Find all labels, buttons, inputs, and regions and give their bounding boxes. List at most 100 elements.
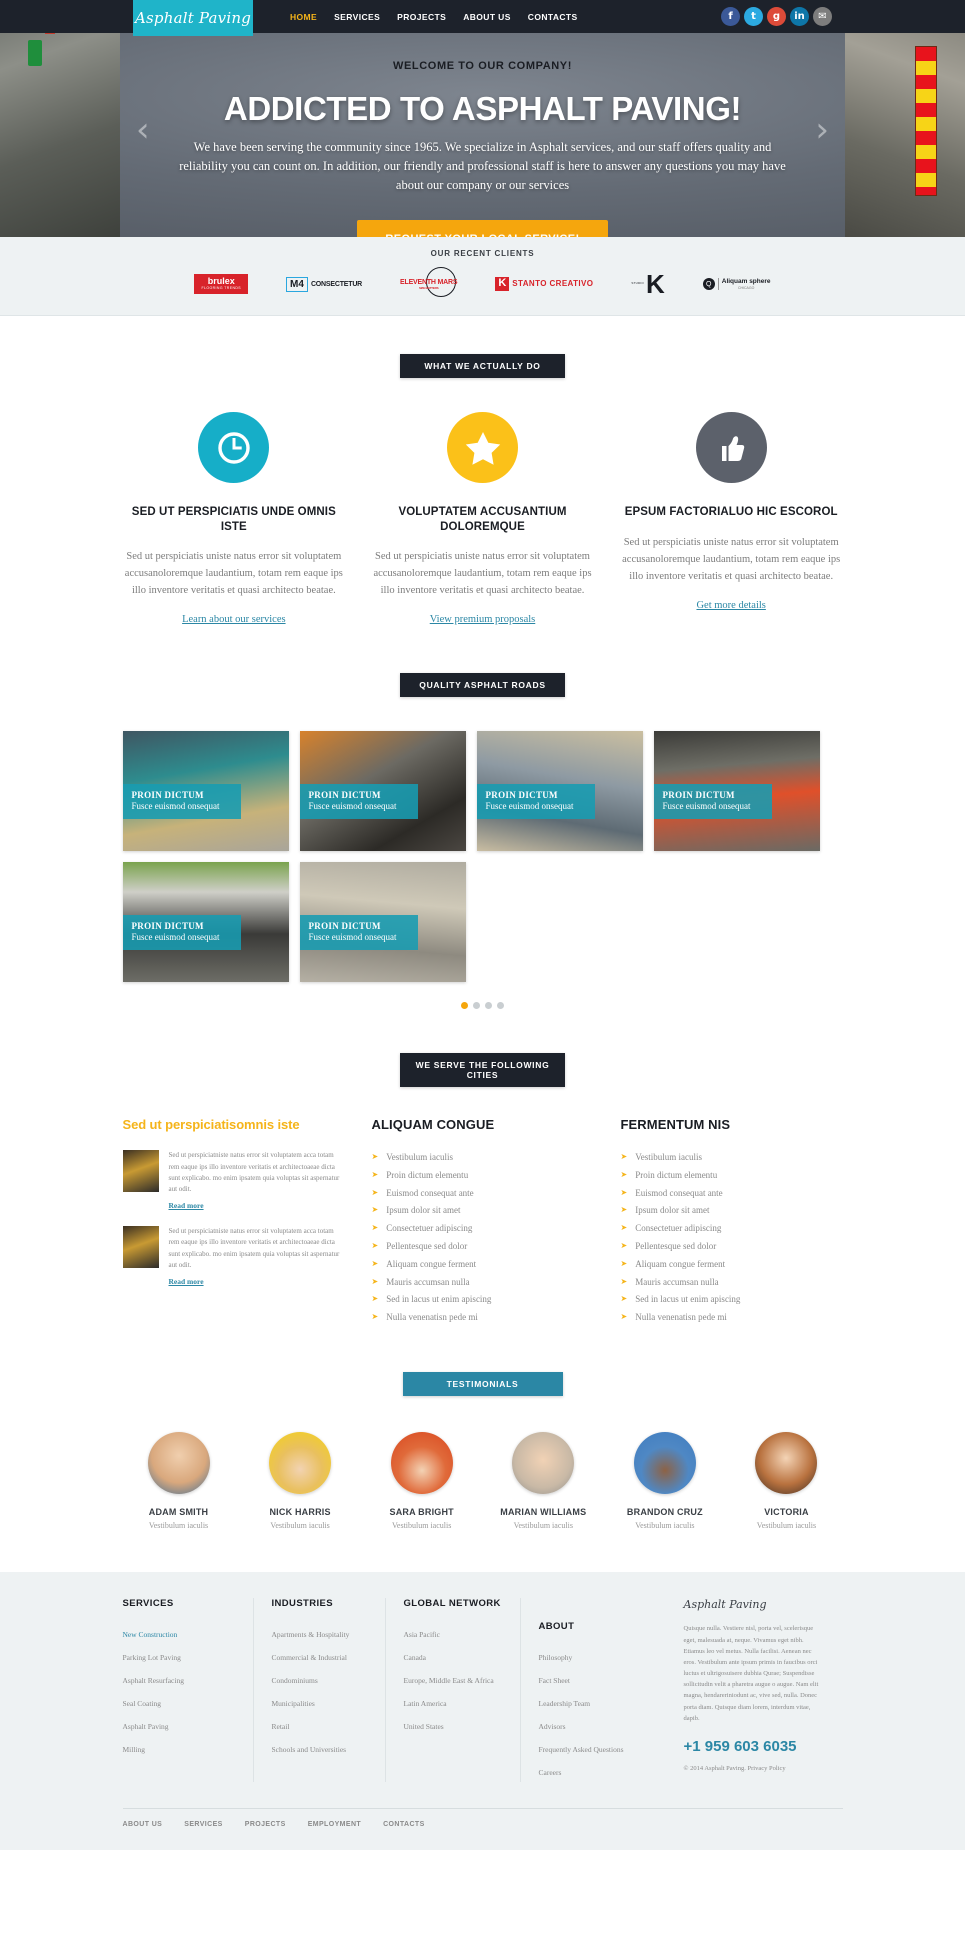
client-logo-eleventh-mars[interactable]: ELEVENTH MARS SIZE MATTERS <box>400 267 458 297</box>
nav-item-contacts[interactable]: CONTACTS <box>528 12 578 22</box>
service-link[interactable]: View premium proposals <box>430 614 536 625</box>
avatar[interactable] <box>390 1432 453 1495</box>
list-item[interactable]: ➤ Mauris accumsan nulla <box>372 1273 594 1291</box>
footer-link[interactable]: Condominiums <box>272 1676 318 1685</box>
footer-link[interactable]: Leadership Team <box>539 1699 591 1708</box>
footer-link[interactable]: Fact Sheet <box>539 1676 570 1685</box>
footer-link[interactable]: United States <box>404 1722 444 1731</box>
footer-link[interactable]: Retail <box>272 1722 290 1731</box>
footer-link[interactable]: Milling <box>123 1745 146 1754</box>
nav-item-home[interactable]: HOME <box>290 12 317 22</box>
footer-link[interactable]: Asia Pacific <box>404 1630 440 1639</box>
list-item[interactable]: ➤ Sed in lacus ut enim apiscing <box>621 1291 843 1309</box>
footer-link[interactable]: Commercial & Industrial <box>272 1653 347 1662</box>
blog-post: Sed ut perspiciatniste natus error sit v… <box>122 1226 345 1289</box>
post-body: Sed ut perspiciatniste natus error sit v… <box>168 1227 340 1269</box>
list-item: Frequently Asked Questions <box>539 1736 642 1759</box>
linkedin-icon[interactable]: in <box>790 7 809 26</box>
list-item[interactable]: ➤ Sed in lacus ut enim apiscing <box>372 1291 594 1309</box>
gallery-item[interactable]: PROIN DICTUM Fusce euismod onsequat <box>122 731 289 852</box>
email-icon[interactable]: ✉ <box>813 7 832 26</box>
footer-link[interactable]: Seal Coating <box>123 1699 162 1708</box>
list-item[interactable]: ➤ Ipsum dolor sit amet <box>621 1202 843 1220</box>
service-link[interactable]: Learn about our services <box>182 614 286 625</box>
nav-item-projects[interactable]: PROJECTS <box>397 12 446 22</box>
list-item[interactable]: ➤ Vestibulum iaculis <box>621 1148 843 1166</box>
avatar[interactable] <box>512 1432 575 1495</box>
post-thumbnail[interactable] <box>122 1150 159 1193</box>
list-item[interactable]: ➤ Aliquam congue ferment <box>372 1255 594 1273</box>
list-item: United States <box>404 1713 502 1736</box>
avatar[interactable] <box>755 1432 818 1495</box>
gallery-item[interactable]: PROIN DICTUM Fusce euismod onsequat <box>299 862 466 983</box>
read-more-link[interactable]: Read more <box>169 1201 204 1210</box>
footer-link[interactable]: Advisors <box>539 1722 566 1731</box>
nav-item-about-us[interactable]: ABOUT US <box>463 12 511 22</box>
arrow-bullet-icon: ➤ <box>620 1187 628 1197</box>
avatar[interactable] <box>633 1432 696 1495</box>
nav-item-services[interactable]: SERVICES <box>334 12 380 22</box>
gallery-dot-4[interactable] <box>497 1002 504 1010</box>
twitter-icon[interactable]: t <box>744 7 763 26</box>
request-service-button[interactable]: REQUEST YOUR LOCAL SERVICE! <box>357 219 608 237</box>
list-item[interactable]: ➤ Pellentesque sed dolor <box>621 1237 843 1255</box>
list-item[interactable]: ➤ Mauris accumsan nulla <box>621 1273 843 1291</box>
list-item[interactable]: ➤ Euismod consequat ante <box>621 1184 843 1202</box>
list-item[interactable]: ➤ Consectetuer adipiscing <box>621 1220 843 1238</box>
list-item[interactable]: ➤ Proin dictum elementu <box>372 1166 594 1184</box>
gallery-item[interactable]: PROIN DICTUM Fusce euismod onsequat <box>122 862 289 983</box>
footer-link[interactable]: Asphalt Resurfacing <box>123 1676 184 1685</box>
service-link[interactable]: Get more details <box>696 600 765 611</box>
list-item[interactable]: ➤ Vestibulum iaculis <box>372 1148 594 1166</box>
post-thumbnail[interactable] <box>122 1226 159 1269</box>
gallery-dot-1[interactable] <box>461 1002 468 1010</box>
footer-link[interactable]: Latin America <box>404 1699 447 1708</box>
list-item[interactable]: ➤ Proin dictum elementu <box>621 1166 843 1184</box>
gallery-dot-3[interactable] <box>485 1002 492 1010</box>
gallery-item[interactable]: PROIN DICTUM Fusce euismod onsequat <box>299 731 466 852</box>
footer-link[interactable]: Asphalt Paving <box>123 1722 169 1731</box>
footer-nav-projects[interactable]: PROJECTS <box>245 1821 286 1828</box>
list-item[interactable]: ➤ Nulla venenatisn pede mi <box>621 1309 843 1327</box>
gallery-dot-2[interactable] <box>473 1002 480 1010</box>
footer-nav-about-us[interactable]: ABOUT US <box>123 1821 163 1828</box>
footer-link[interactable]: New Construction <box>123 1630 178 1639</box>
cities-right-list: ➤ Vestibulum iaculis ➤ Proin dictum elemen… <box>621 1148 843 1326</box>
client-logo-m4[interactable]: M4 CONSECTETUR <box>286 271 362 297</box>
list-item[interactable]: ➤ Consectetuer adipiscing <box>372 1220 594 1238</box>
list-item[interactable]: ➤ Ipsum dolor sit amet <box>372 1202 594 1220</box>
footer-link[interactable]: Canada <box>404 1653 427 1662</box>
footer-link[interactable]: Schools and Universities <box>272 1745 347 1754</box>
footer-link[interactable]: Apartments & Hospitality <box>272 1630 350 1639</box>
avatar[interactable] <box>269 1432 332 1495</box>
client-m4-text: M4 <box>286 276 308 292</box>
facebook-icon[interactable]: f <box>721 7 740 26</box>
footer-link[interactable]: Careers <box>539 1768 562 1777</box>
footer-link[interactable]: Philosophy <box>539 1653 573 1662</box>
client-logo-k-studio[interactable]: STUDIO K <box>631 271 664 297</box>
list-item[interactable]: ➤ Nulla venenatisn pede mi <box>372 1309 594 1327</box>
gallery-item[interactable]: PROIN DICTUM Fusce euismod onsequat <box>653 731 820 852</box>
footer-link[interactable]: Frequently Asked Questions <box>539 1745 624 1754</box>
site-logo[interactable]: Asphalt Paving <box>133 0 253 36</box>
client-logo-aliquam-sphere[interactable]: Q Aliquam sphere CHICAGO <box>702 271 771 297</box>
gallery-item[interactable]: PROIN DICTUM Fusce euismod onsequat <box>476 731 643 852</box>
list-item[interactable]: ➤ Pellentesque sed dolor <box>372 1237 594 1255</box>
footer-link[interactable]: Europe, Middle East & Africa <box>404 1676 494 1685</box>
list-item[interactable]: ➤ Euismod consequat ante <box>372 1184 594 1202</box>
client-logo-stanto-creativo[interactable]: K STANTO CREATIVO <box>495 271 593 297</box>
list-item: Schools and Universities <box>272 1736 367 1759</box>
footer-phone[interactable]: +1 959 603 6035 <box>684 1738 825 1755</box>
testimonials-section: TESTIMONIALS ADAM SMITH Vestibulum iacul… <box>123 1326 843 1530</box>
footer-link[interactable]: Municipalities <box>272 1699 315 1708</box>
client-logo-brulex[interactable]: brulex FLOORING TRENDS <box>194 271 249 297</box>
footer-link[interactable]: Parking Lot Paving <box>123 1653 181 1662</box>
privacy-policy-link[interactable]: Privacy Policy <box>747 1765 785 1772</box>
footer-nav-employment[interactable]: EMPLOYMENT <box>308 1821 361 1828</box>
list-item[interactable]: ➤ Aliquam congue ferment <box>621 1255 843 1273</box>
footer-nav-services[interactable]: SERVICES <box>184 1821 222 1828</box>
read-more-link[interactable]: Read more <box>169 1277 204 1286</box>
footer-nav-contacts[interactable]: CONTACTS <box>383 1821 425 1828</box>
avatar[interactable] <box>147 1432 210 1495</box>
google-plus-icon[interactable]: g <box>767 7 786 26</box>
